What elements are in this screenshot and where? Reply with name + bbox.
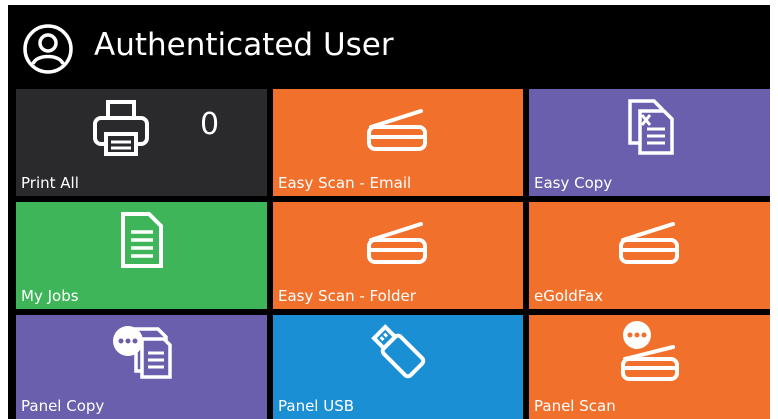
easy-copy-tile[interactable]: Easy Copy <box>529 89 770 196</box>
tile-label: Easy Scan - Folder <box>278 287 416 305</box>
tile-label: Panel Scan <box>534 397 616 415</box>
tile-label: Panel Copy <box>21 397 105 415</box>
tile-label: Easy Scan - Email <box>278 174 412 192</box>
copy-document-icon <box>627 99 674 155</box>
print-all-tile[interactable]: 0 Print All <box>16 89 267 196</box>
tile-label: Print All <box>21 174 79 192</box>
tile-label: Panel USB <box>278 397 355 415</box>
panel-usb-tile[interactable]: Panel USB <box>273 315 523 419</box>
tile-label: Easy Copy <box>534 174 613 192</box>
panel-copy-icon <box>112 326 172 379</box>
document-icon <box>120 212 163 268</box>
egoldfax-tile[interactable]: eGoldFax <box>529 202 770 309</box>
scanner-icon <box>367 222 427 264</box>
panel-scan-tile[interactable]: Panel Scan <box>529 315 770 419</box>
terminal-screen: Authenticated User 0 Print All Easy Scan… <box>8 5 770 419</box>
panel-copy-tile[interactable]: Panel Copy <box>16 315 267 419</box>
printer-icon <box>92 100 149 156</box>
scanner-icon <box>618 222 679 264</box>
panel-scan-icon <box>620 321 679 381</box>
usb-drive-icon <box>371 324 426 379</box>
tile-label: eGoldFax <box>534 287 604 305</box>
scanner-icon <box>367 109 427 151</box>
easy-scan-folder-tile[interactable]: Easy Scan - Folder <box>273 202 523 309</box>
tile-label: My Jobs <box>21 287 79 305</box>
print-job-count: 0 <box>200 107 220 142</box>
header-bar: Authenticated User <box>8 5 770 88</box>
user-circle-icon[interactable] <box>22 23 74 75</box>
header-title: Authenticated User <box>94 27 394 63</box>
my-jobs-tile[interactable]: My Jobs <box>16 202 267 309</box>
easy-scan-email-tile[interactable]: Easy Scan - Email <box>273 89 523 196</box>
